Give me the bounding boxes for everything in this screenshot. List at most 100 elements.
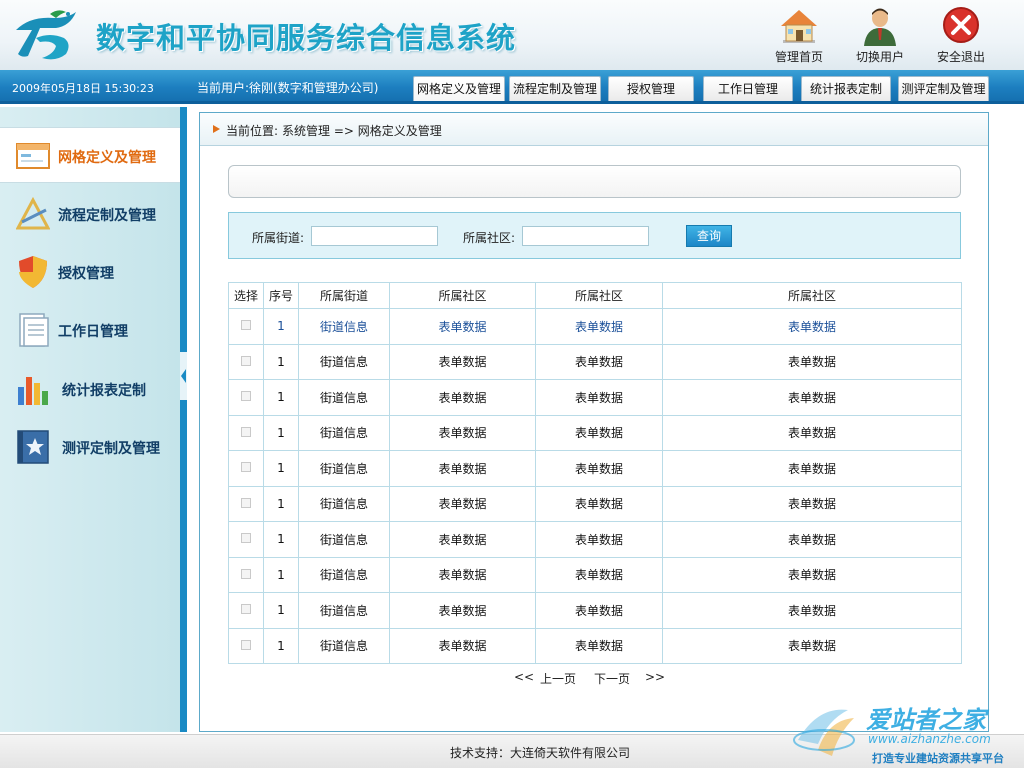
row-index-cell: 1 <box>263 414 299 451</box>
sidebar-item-process[interactable]: 流程定制及管理 <box>0 186 180 242</box>
current-datetime: 2009年05月18日 15:30:23 <box>12 82 154 95</box>
row-checkbox[interactable] <box>241 604 251 615</box>
tab-process-management[interactable]: 流程定制及管理 <box>509 76 601 101</box>
row-community[interactable]: 表单数据 <box>788 320 836 334</box>
row-checkbox[interactable] <box>241 426 251 437</box>
row-street[interactable]: 街道信息 <box>320 320 368 334</box>
next-page-link[interactable]: 下一页 <box>594 670 630 687</box>
row-community[interactable]: 表单数据 <box>438 320 486 334</box>
row-street: 街道信息 <box>319 603 368 618</box>
table-row: 1 街道信息 表单数据 表单数据 表单数据 <box>228 379 962 416</box>
row-index: 1 <box>277 425 285 440</box>
table-row: 1 街道信息 表单数据 表单数据 表单数据 <box>228 556 962 593</box>
exit-button[interactable]: 安全退出 <box>929 6 993 64</box>
breadcrumb: 当前位置: 系统管理 => 网格定义及管理 <box>200 113 988 146</box>
community-input[interactable] <box>522 226 649 246</box>
row-street-cell: 街道信息 <box>298 592 390 629</box>
row-community-cell: 表单数据 <box>535 485 663 522</box>
row-index: 1 <box>277 603 285 618</box>
switch-user-button[interactable]: 切换用户 <box>848 6 912 64</box>
home-button[interactable]: 管理首页 <box>767 6 831 64</box>
row-community-cell: 表单数据 <box>535 308 663 345</box>
row-index-cell: 1 <box>263 343 299 380</box>
footer: 技术支持：大连倚天软件有限公司 <box>0 734 1024 768</box>
table-header-row: 选择 序号 所属街道 所属社区 所属社区 所属社区 <box>228 282 962 309</box>
row-community-cell: 表单数据 <box>662 521 962 558</box>
row-street: 街道信息 <box>319 390 368 405</box>
row-select-cell[interactable] <box>228 592 264 629</box>
row-street-cell: 街道信息 <box>298 485 390 522</box>
tab-report-custom[interactable]: 统计报表定制 <box>801 76 891 101</box>
row-index-cell: 1 <box>263 485 299 522</box>
row-checkbox[interactable] <box>241 639 251 650</box>
row-index-cell: 1 <box>263 450 299 487</box>
sidebar-item-evaluation[interactable]: 测评定制及管理 <box>0 419 180 475</box>
row-select-cell[interactable] <box>228 450 264 487</box>
logo-icon <box>16 10 76 60</box>
row-street-cell: 街道信息 <box>298 450 390 487</box>
row-index: 1 <box>277 638 285 653</box>
row-index-cell: 1 <box>263 627 299 664</box>
breadcrumb-prefix: 当前位置: <box>226 124 279 138</box>
table-row: 1 街道信息 表单数据 表单数据 表单数据 <box>228 521 962 558</box>
row-community: 表单数据 <box>574 639 623 654</box>
row-community-cell: 表单数据 <box>535 627 663 664</box>
row-checkbox[interactable] <box>241 391 251 402</box>
prev-page-link[interactable]: 上一页 <box>540 670 576 687</box>
row-select-cell[interactable] <box>228 308 264 345</box>
row-community: 表单数据 <box>787 568 836 583</box>
row-community-cell: 表单数据 <box>389 450 536 487</box>
row-select-cell[interactable] <box>228 343 264 380</box>
tab-evaluation[interactable]: 测评定制及管理 <box>898 76 989 101</box>
tab-authorization[interactable]: 授权管理 <box>608 76 694 101</box>
row-checkbox[interactable] <box>241 355 251 366</box>
row-checkbox[interactable] <box>241 320 251 331</box>
row-community-cell: 表单数据 <box>535 379 663 416</box>
row-community-cell: 表单数据 <box>389 556 536 593</box>
header-community: 所属社区 <box>662 282 962 309</box>
row-checkbox[interactable] <box>241 533 251 544</box>
row-select-cell[interactable] <box>228 556 264 593</box>
row-index-cell: 1 <box>263 556 299 593</box>
collapse-arrow-icon[interactable] <box>180 352 187 400</box>
row-checkbox[interactable] <box>241 497 251 508</box>
row-community: 表单数据 <box>574 355 623 370</box>
sidebar-item-workday[interactable]: 工作日管理 <box>0 302 180 358</box>
row-community-cell: 表单数据 <box>389 343 536 380</box>
breadcrumb-arrow-icon <box>213 125 220 133</box>
row-community[interactable]: 表单数据 <box>575 320 623 334</box>
row-community: 表单数据 <box>574 426 623 441</box>
row-community: 表单数据 <box>787 355 836 370</box>
row-select-cell[interactable] <box>228 485 264 522</box>
row-index-cell: 1 <box>263 521 299 558</box>
tab-grid-management[interactable]: 网格定义及管理 <box>413 76 505 101</box>
sidebar-item-report[interactable]: 统计报表定制 <box>0 361 180 417</box>
row-street: 街道信息 <box>319 639 368 654</box>
street-input[interactable] <box>311 226 438 246</box>
first-page-link[interactable]: << <box>514 670 534 684</box>
last-page-link[interactable]: >> <box>645 670 665 684</box>
tab-workday[interactable]: 工作日管理 <box>703 76 793 101</box>
row-community: 表单数据 <box>438 497 487 512</box>
row-community: 表单数据 <box>787 390 836 405</box>
row-select-cell[interactable] <box>228 379 264 416</box>
home-icon <box>781 10 817 43</box>
row-select-cell[interactable] <box>228 414 264 451</box>
row-checkbox[interactable] <box>241 462 251 473</box>
row-community-cell: 表单数据 <box>535 450 663 487</box>
info-box <box>228 165 961 198</box>
row-select-cell[interactable] <box>228 521 264 558</box>
sidebar-item-authorization[interactable]: 授权管理 <box>0 244 180 300</box>
sidebar-label-authorization: 授权管理 <box>58 266 114 282</box>
bar-chart-icon <box>18 377 48 405</box>
row-checkbox[interactable] <box>241 568 251 579</box>
row-community-cell: 表单数据 <box>662 379 962 416</box>
query-button[interactable]: 查询 <box>686 225 732 247</box>
row-community-cell: 表单数据 <box>662 485 962 522</box>
star-book-icon <box>17 430 49 464</box>
row-select-cell[interactable] <box>228 627 264 664</box>
sidebar-splitter[interactable] <box>180 107 187 732</box>
row-community-cell: 表单数据 <box>389 485 536 522</box>
row-index-cell: 1 <box>263 379 299 416</box>
sidebar-item-grid[interactable]: 网格定义及管理 <box>0 127 180 183</box>
